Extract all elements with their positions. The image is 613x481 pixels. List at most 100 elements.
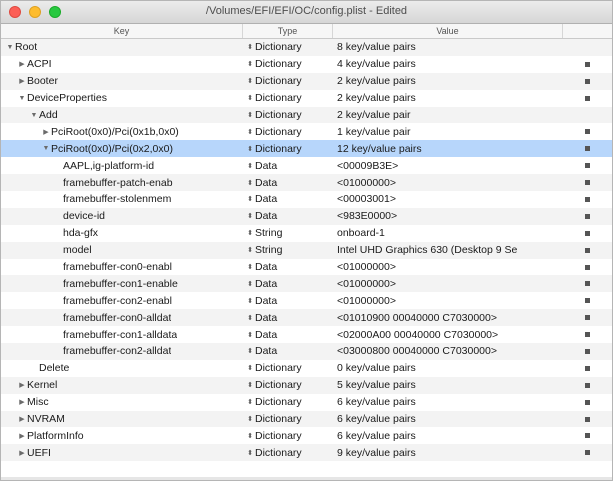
value-cell[interactable]: <01000000> [333,278,563,290]
value-cell[interactable]: <01000000> [333,177,563,189]
column-header-value[interactable]: Value [333,24,563,38]
key-cell[interactable]: ▶ PciRoot(0x0)/Pci(0x1b,0x0) [1,126,243,138]
type-cell[interactable]: ⬍ Dictionary [243,58,333,70]
type-cell[interactable]: ⬍ Data [243,210,333,222]
type-stepper-icon[interactable]: ⬍ [245,128,255,136]
title-bar[interactable]: /Volumes/EFI/EFI/OC/config.plist - Edite… [1,1,612,24]
type-stepper-icon[interactable]: ⬍ [245,263,255,271]
value-cell[interactable]: <03000800 00040000 C7030000> [333,345,563,357]
type-stepper-icon[interactable]: ⬍ [245,347,255,355]
disclosure-closed-icon[interactable]: ▶ [41,128,51,136]
table-row[interactable]: ▶AAPL,ig-platform-id⬍Data<00009B3E> [1,157,612,174]
key-cell[interactable]: ▶device-id [1,210,243,222]
type-stepper-icon[interactable]: ⬍ [245,449,255,457]
row-action-icon[interactable] [585,78,590,84]
row-action-icon[interactable] [585,247,590,253]
value-cell[interactable]: <01010900 00040000 C7030000> [333,312,563,324]
value-cell[interactable]: 6 key/value pairs [333,413,563,425]
table-row[interactable]: ▶hda-gfx⬍Stringonboard-1 [1,225,612,242]
table-row[interactable]: ▶ NVRAM ⬍ Dictionary 6 key/value pairs [1,410,612,428]
row-action-icon[interactable] [585,129,590,135]
key-cell[interactable]: ▼ DeviceProperties [1,92,243,104]
type-cell[interactable]: ⬍ Dictionary [243,126,333,138]
type-stepper-icon[interactable]: ⬍ [245,415,255,423]
table-row[interactable]: ▶framebuffer-stolenmem⬍Data<00003001> [1,191,612,208]
type-cell[interactable]: ⬍ String [243,227,333,239]
type-cell[interactable]: ⬍ Dictionary [243,396,333,408]
value-cell[interactable]: <983E0000> [333,210,563,222]
table-row[interactable]: ▼ Add ⬍ Dictionary 2 key/value pair [1,106,612,124]
type-stepper-icon[interactable]: ⬍ [245,77,255,85]
table-row[interactable]: ▶device-id⬍Data<983E0000> [1,207,612,225]
table-row[interactable]: ▶ PciRoot(0x0)/Pci(0x1b,0x0) ⬍ Dictionary 1 … [1,123,612,140]
disclosure-open-icon[interactable]: ▼ [5,44,15,51]
value-cell[interactable]: onboard-1 [333,227,563,239]
type-cell[interactable]: ⬍ Dictionary [243,379,333,391]
disclosure-open-icon[interactable]: ▼ [29,112,39,119]
disclosure-closed-icon[interactable]: ▶ [17,60,27,68]
type-cell[interactable]: ⬍ Data [243,345,333,357]
disclosure-closed-icon[interactable]: ▶ [17,77,27,85]
table-row[interactable]: ▼ PciRoot(0x0)/Pci(0x2,0x0) ⬍ Dictionary 12 … [1,140,612,158]
type-stepper-icon[interactable]: ⬍ [245,432,255,440]
row-action-icon[interactable] [585,95,590,101]
type-cell[interactable]: ⬍ Data [243,261,333,273]
value-cell[interactable]: Intel UHD Graphics 630 (Desktop 9 Se [333,244,563,256]
type-stepper-icon[interactable]: ⬍ [245,145,255,153]
type-stepper-icon[interactable]: ⬍ [245,229,255,237]
table-row[interactable]: ▶framebuffer-con2-enabl⬍Data<01000000> [1,292,612,309]
type-cell[interactable]: ⬍ String [243,244,333,256]
row-action-icon[interactable] [585,180,590,186]
type-stepper-icon[interactable]: ⬍ [245,111,255,119]
table-row[interactable]: ▶Delete⬍Dictionary0 key/value pairs [1,360,612,377]
type-stepper-icon[interactable]: ⬍ [245,60,255,68]
type-cell[interactable]: ⬍ Data [243,160,333,172]
table-row[interactable]: ▶ Misc ⬍ Dictionary 6 key/value pairs [1,394,612,411]
row-action-icon[interactable] [585,281,590,287]
type-cell[interactable]: ⬍ Dictionary [243,109,333,121]
row-action-icon[interactable] [585,433,590,439]
table-row[interactable]: ▶ UEFI ⬍ Dictionary 9 key/value pairs [1,444,612,462]
disclosure-closed-icon[interactable]: ▶ [17,398,27,406]
table-row[interactable]: ▶framebuffer-con2-alldat⬍Data<03000800 0… [1,343,612,360]
value-cell[interactable]: 12 key/value pairs [333,143,563,155]
type-stepper-icon[interactable]: ⬍ [245,179,255,187]
key-cell[interactable]: ▶ PlatformInfo [1,430,243,442]
disclosure-closed-icon[interactable]: ▶ [17,415,27,423]
type-cell[interactable]: ⬍ Data [243,312,333,324]
type-cell[interactable]: ⬍ Dictionary [243,362,333,374]
key-cell[interactable]: ▶framebuffer-con1-enable [1,278,243,290]
type-cell[interactable]: ⬍ Dictionary [243,143,333,155]
value-cell[interactable]: 2 key/value pairs [333,92,563,104]
row-action-icon[interactable] [585,332,590,338]
row-action-icon[interactable] [585,365,590,371]
row-action-icon[interactable] [585,61,590,67]
type-cell[interactable]: ⬍ Data [243,193,333,205]
table-row[interactable]: ▶framebuffer-patch-enab⬍Data<01000000> [1,174,612,192]
key-cell[interactable]: ▶model [1,244,243,256]
key-cell[interactable]: ▼ Add [1,109,243,121]
disclosure-closed-icon[interactable]: ▶ [17,432,27,440]
type-cell[interactable]: ⬍ Dictionary [243,92,333,104]
type-stepper-icon[interactable]: ⬍ [245,280,255,288]
key-cell[interactable]: ▶ UEFI [1,447,243,459]
type-stepper-icon[interactable]: ⬍ [245,364,255,372]
row-action-icon[interactable] [585,146,590,152]
table-row[interactable]: ▶ Booter ⬍ Dictionary 2 key/value pairs [1,72,612,90]
value-cell[interactable]: 4 key/value pairs [333,58,563,70]
table-row[interactable]: ▶ Kernel ⬍ Dictionary 5 key/value pairs [1,376,612,394]
row-action-icon[interactable] [585,298,590,304]
row-action-icon[interactable] [585,450,590,456]
key-cell[interactable]: ▶framebuffer-con0-alldat [1,312,243,324]
value-cell[interactable]: <01000000> [333,261,563,273]
value-cell[interactable]: 8 key/value pairs [333,41,563,53]
table-row[interactable]: ▶ ACPI ⬍ Dictionary 4 key/value pairs [1,56,612,73]
table-row[interactable]: ▶framebuffer-con0-alldat⬍Data<01010900 0… [1,309,612,327]
row-action-icon[interactable] [585,382,590,388]
row-action-icon[interactable] [585,348,590,354]
value-cell[interactable]: 5 key/value pairs [333,379,563,391]
value-cell[interactable]: 2 key/value pair [333,109,563,121]
key-cell[interactable]: ▶framebuffer-con2-enabl [1,295,243,307]
key-cell[interactable]: ▶framebuffer-stolenmem [1,193,243,205]
type-stepper-icon[interactable]: ⬍ [245,398,255,406]
